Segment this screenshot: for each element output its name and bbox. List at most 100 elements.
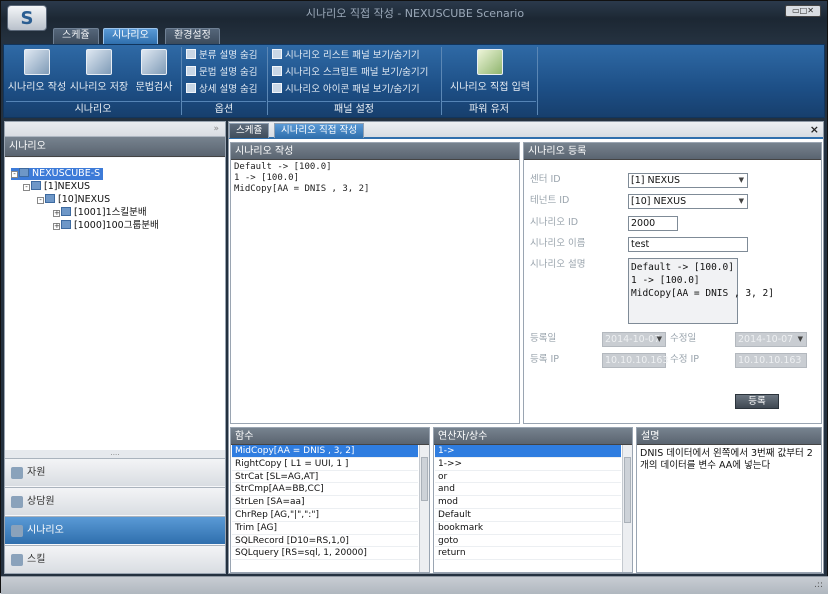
pencil-icon bbox=[272, 66, 282, 76]
document-icon bbox=[61, 207, 71, 216]
expand-icon[interactable]: + bbox=[53, 210, 60, 217]
list-item[interactable]: mod bbox=[435, 496, 621, 509]
tree-node[interactable]: - [10]NEXUS bbox=[37, 194, 110, 206]
list-item[interactable]: goto bbox=[435, 535, 621, 548]
list-item[interactable]: return bbox=[435, 547, 621, 561]
list-item[interactable]: 1-> bbox=[435, 445, 621, 458]
folder-icon bbox=[45, 194, 55, 203]
tree-node[interactable]: + [1000]100그룹분배 bbox=[53, 220, 159, 232]
nav-agents[interactable]: 상담원 bbox=[5, 487, 225, 515]
option-hide-grammar[interactable]: 문법 설명 숨김 bbox=[186, 65, 257, 81]
reg-date-field: 2014-10-07 ▼ bbox=[602, 332, 666, 347]
app-window: S 시나리오 직접 작성 - NEXUSCUBE Scenario ▭□✕ 스케… bbox=[0, 0, 828, 594]
people-icon bbox=[11, 496, 23, 508]
list-item[interactable]: SQLquery [RS=sql, 1, 20000] bbox=[232, 547, 418, 561]
reg-date-label: 등록일 bbox=[530, 333, 557, 344]
chart-icon bbox=[11, 467, 23, 479]
status-bar: .:: bbox=[1, 576, 828, 594]
tree-node[interactable]: + [1001]1스킬분배 bbox=[53, 207, 147, 219]
scenario-id-input[interactable]: 2000 bbox=[628, 216, 678, 231]
window-controls[interactable]: ▭□✕ bbox=[785, 5, 821, 17]
scenario-desc-textarea[interactable]: Default -> [100.0] 1 -> [100.0] MidCopy[… bbox=[628, 258, 774, 324]
mod-date-field: 2014-10-07 ▼ bbox=[735, 332, 807, 347]
collapse-icon[interactable]: - bbox=[23, 184, 30, 191]
scroll-thumb[interactable] bbox=[624, 457, 631, 523]
scenario-id-label: 시나리오 ID bbox=[530, 217, 579, 228]
group-label-power-user: 파워 유저 bbox=[442, 101, 536, 117]
document-tabs: 스케쥴 시나리오 직접 작성 × bbox=[229, 122, 823, 139]
nav-resources[interactable]: 자원 bbox=[5, 458, 225, 486]
scenario-tree: - NEXUSCUBE-S - [1]NEXUS - [10]NEXUS + [1001… bbox=[5, 158, 225, 450]
list-item[interactable]: Trim [AG] bbox=[232, 522, 418, 535]
operators-scrollbar[interactable] bbox=[622, 445, 632, 572]
document-icon bbox=[61, 220, 71, 229]
ribbon-tab-scenario[interactable]: 시나리오 bbox=[103, 28, 158, 44]
nav-scenario[interactable]: 시나리오 bbox=[5, 516, 225, 544]
collapse-icon[interactable]: - bbox=[37, 197, 44, 204]
tenant-id-select[interactable]: [10] NEXUS ▼ bbox=[628, 194, 748, 209]
chevron-down-icon: ▼ bbox=[738, 176, 744, 184]
edit-icon bbox=[477, 49, 503, 75]
mod-date-label: 수정일 bbox=[670, 333, 697, 344]
list-item[interactable]: SQLRecord [D10=RS,1,0] bbox=[232, 535, 418, 548]
collapse-button[interactable]: » bbox=[213, 122, 219, 136]
ribbon-tab-settings[interactable]: 환경설정 bbox=[165, 28, 220, 44]
left-search-bar: » bbox=[5, 122, 225, 137]
group-label-panels: 패널 설정 bbox=[268, 101, 440, 117]
mod-ip-field: 10.10.10.163 bbox=[735, 353, 807, 368]
description-header: 설명 bbox=[637, 428, 821, 445]
chevron-down-icon: ▼ bbox=[656, 335, 662, 343]
list-item[interactable]: RightCopy [ L1 = UUI, 1 ] bbox=[232, 458, 418, 471]
list-item[interactable]: Default bbox=[435, 509, 621, 522]
list-item[interactable]: or bbox=[435, 471, 621, 484]
register-panel: 시나리오 등록 센터 ID [1] NEXUS ▼ 테넌트 ID [10] NEX… bbox=[523, 142, 822, 424]
list-item[interactable]: ChrRep [AG,"|",":"] bbox=[232, 509, 418, 522]
list-item[interactable]: and bbox=[435, 483, 621, 497]
list-item[interactable]: bookmark bbox=[435, 522, 621, 535]
tree-node[interactable]: - NEXUSCUBE-S bbox=[11, 168, 104, 180]
doc-tab-schedule[interactable]: 스케쥴 bbox=[229, 123, 270, 138]
expand-icon[interactable]: + bbox=[53, 223, 60, 230]
ribbon-tab-schedule[interactable]: 스케쥴 bbox=[53, 28, 99, 44]
list-item[interactable]: StrLen [SA=aa] bbox=[232, 496, 418, 509]
close-tab-button[interactable]: × bbox=[810, 123, 819, 136]
doc-tab-direct-write[interactable]: 시나리오 직접 작성 bbox=[274, 123, 364, 138]
direct-input-button[interactable]: 시나리오 직접 입력 bbox=[445, 49, 535, 101]
list-item[interactable]: 1->> bbox=[435, 458, 621, 471]
check-icon bbox=[141, 49, 167, 75]
register-button[interactable]: 등록 bbox=[735, 394, 779, 409]
panel-toggle-list[interactable]: 시나리오 리스트 패널 보기/숨기기 bbox=[272, 48, 420, 64]
option-hide-category[interactable]: 분류 설명 숨김 bbox=[186, 48, 257, 64]
list-item[interactable]: StrCmp[AA=BB,CC] bbox=[232, 483, 418, 497]
operators-list: 1-> 1->> or and mod Default bookmark got… bbox=[435, 445, 621, 572]
panel-toggle-icon[interactable]: 시나리오 아이콘 패널 보기/숨기기 bbox=[272, 82, 420, 98]
script-editor[interactable]: Default -> [100.0] 1 -> [100.0] MidCopy[… bbox=[231, 160, 519, 422]
list-item[interactable]: MidCopy[AA = DNIS , 3, 2] bbox=[232, 445, 418, 458]
syntax-check-button[interactable]: 문법검사 bbox=[130, 49, 178, 101]
panel-toggle-script[interactable]: 시나리오 스크립트 패널 보기/숨기기 bbox=[272, 65, 428, 81]
scroll-thumb[interactable] bbox=[421, 457, 428, 501]
scenario-name-input[interactable]: test bbox=[628, 237, 748, 252]
tree-node[interactable]: - [1]NEXUS bbox=[23, 181, 90, 193]
panel-splitter[interactable]: .... bbox=[5, 450, 225, 458]
center-id-label: 센터 ID bbox=[530, 174, 561, 185]
functions-panel: 함수 MidCopy[AA = DNIS , 3, 2] RightCopy [… bbox=[230, 427, 430, 573]
list-item[interactable]: StrCat [SL=AG,AT] bbox=[232, 471, 418, 484]
skill-icon bbox=[11, 554, 23, 566]
collapse-icon[interactable]: - bbox=[11, 171, 18, 178]
nav-skills[interactable]: 스킬 bbox=[5, 545, 225, 573]
scenario-desc-label: 시나리오 설명 bbox=[530, 259, 586, 270]
left-panel-header: 시나리오 bbox=[5, 137, 225, 157]
left-panel: » 시나리오 - NEXUSCUBE-S - [1]NEXUS - [10]NEXUS… bbox=[4, 121, 226, 574]
editor-header: 시나리오 작성 bbox=[231, 143, 519, 160]
functions-scrollbar[interactable] bbox=[419, 445, 429, 572]
center-id-select[interactable]: [1] NEXUS ▼ bbox=[628, 173, 748, 188]
reg-ip-label: 등록 IP bbox=[530, 354, 560, 365]
register-header: 시나리오 등록 bbox=[524, 143, 821, 160]
option-hide-detail[interactable]: 상세 설명 숨김 bbox=[186, 82, 257, 98]
save-scenario-button[interactable]: 시나리오 저장 bbox=[68, 49, 130, 101]
toggle-icon bbox=[186, 83, 196, 93]
write-scenario-button[interactable]: 시나리오 작성 bbox=[6, 49, 68, 101]
group-label-scenario: 시나리오 bbox=[6, 101, 180, 117]
operators-panel: 연산자/상수 1-> 1->> or and mod Default bookm… bbox=[433, 427, 633, 573]
